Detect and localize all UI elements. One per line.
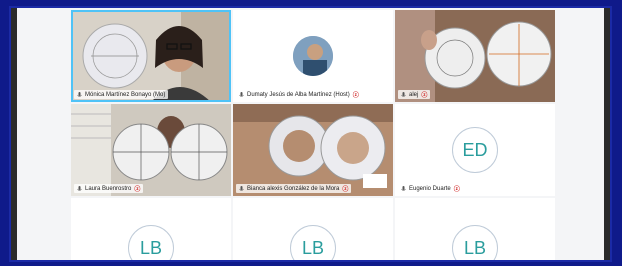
video-tile-lb-2[interactable]: LB <box>233 198 393 260</box>
participant-name-bar: Laura Buenrostro ⓩ <box>74 184 144 193</box>
initials-avatar: LB <box>290 225 336 260</box>
video-call-window: Mónica Martínez Bonayo (Mo) Dumaty Jesús… <box>9 6 612 262</box>
video-tile-alej[interactable]: alej ⓩ <box>395 10 555 102</box>
participant-name-bar: alej ⓩ <box>398 90 431 99</box>
initials-avatar: LB <box>452 225 498 260</box>
camera-feed <box>233 104 393 196</box>
camera-feed <box>71 104 231 196</box>
muted-mic-icon: ⓩ <box>421 93 428 99</box>
muted-mic-icon: ⓩ <box>453 187 460 193</box>
participant-name: alej <box>409 91 419 98</box>
profile-photo-image <box>293 36 333 76</box>
participant-name: Mónica Martínez Bonayo (Mo) <box>85 91 166 98</box>
participant-name-bar: Dumaty Jesús de Alba Martínez (Host) ⓩ <box>236 90 362 99</box>
participant-name: Laura Buenrostro <box>85 185 132 192</box>
microphone-icon <box>77 91 82 97</box>
microphone-icon <box>239 91 244 97</box>
participant-name-bar: Eugenio Duarte ⓩ <box>398 184 463 193</box>
participant-name: Bianca alexis González de la Mora <box>247 185 340 192</box>
video-tile-laura[interactable]: Laura Buenrostro ⓩ <box>71 104 231 196</box>
video-tile-dumaty[interactable]: Dumaty Jesús de Alba Martínez (Host) ⓩ <box>233 10 393 102</box>
participant-name: Eugenio Duarte <box>409 185 451 192</box>
camera-feed <box>71 10 231 102</box>
muted-mic-icon: ⓩ <box>342 187 349 193</box>
right-border-strip <box>604 8 610 260</box>
microphone-icon <box>401 185 406 191</box>
participant-name-bar: Bianca alexis González de la Mora ⓩ <box>236 184 352 193</box>
muted-mic-icon: ⓩ <box>352 93 359 99</box>
camera-feed <box>395 10 555 102</box>
left-border-strip <box>11 8 17 260</box>
initials-avatar: LB <box>128 225 174 260</box>
participant-name-bar: Mónica Martínez Bonayo (Mo) <box>74 90 169 99</box>
muted-mic-icon: ⓩ <box>134 187 141 193</box>
video-tile-lb-1[interactable]: LB <box>71 198 231 260</box>
video-tile-bianca[interactable]: Bianca alexis González de la Mora ⓩ <box>233 104 393 196</box>
video-tile-lb-3[interactable]: LB <box>395 198 555 260</box>
microphone-icon <box>239 185 244 191</box>
microphone-icon <box>401 91 406 97</box>
initials-avatar: ED <box>452 127 498 173</box>
video-tile-eugenio[interactable]: ED Eugenio Duarte ⓩ <box>395 104 555 196</box>
participant-name: Dumaty Jesús de Alba Martínez (Host) <box>247 91 350 98</box>
video-tile-monica[interactable]: Mónica Martínez Bonayo (Mo) <box>71 10 231 102</box>
microphone-icon <box>77 185 82 191</box>
profile-photo <box>293 36 333 76</box>
